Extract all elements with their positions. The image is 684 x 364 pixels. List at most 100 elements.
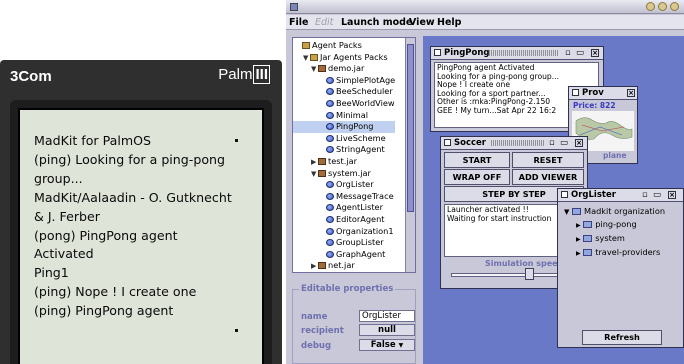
tree-scrollbar-thumb[interactable] bbox=[407, 44, 414, 212]
speed-slider-thumb[interactable] bbox=[525, 268, 534, 280]
agent-icon bbox=[326, 181, 334, 189]
soccer-title: Soccer bbox=[454, 138, 486, 148]
org-tree-item[interactable]: ▶ ping-pong bbox=[564, 218, 665, 232]
tree-item[interactable]: Agent Packs bbox=[293, 40, 395, 52]
close-icon[interactable]: × bbox=[627, 89, 635, 97]
tree-item[interactable]: ▼ demo.jar bbox=[293, 63, 395, 75]
menu-launch-mode[interactable]: Launch mode bbox=[341, 17, 412, 28]
pingpong-titlebar[interactable]: PingPong ▫ ▭ × bbox=[431, 47, 603, 60]
tree-item[interactable]: ▼ Jar Agents Packs bbox=[293, 52, 395, 64]
tree-item[interactable]: AgentLister bbox=[293, 202, 395, 214]
maximize-icon[interactable] bbox=[658, 2, 667, 11]
palm-log-line: MadKit for PalmOS bbox=[34, 133, 152, 148]
soccer-titlebar[interactable]: Soccer ▫ ▭ × bbox=[441, 137, 587, 150]
tree-item[interactable]: GroupLister bbox=[293, 237, 395, 249]
palm-log-line: (ping) PingPong agent bbox=[34, 303, 174, 319]
brand-model-text: III bbox=[253, 65, 270, 84]
close-icon[interactable]: × bbox=[591, 49, 599, 57]
chevron-right-icon[interactable]: ▶ bbox=[576, 236, 581, 243]
screen-dot-bottom bbox=[235, 329, 238, 332]
refresh-button[interactable]: Refresh bbox=[582, 330, 662, 345]
tree-item[interactable]: BeeScheduler bbox=[293, 86, 395, 98]
close-icon[interactable] bbox=[670, 2, 679, 11]
frame-menu-icon[interactable] bbox=[561, 191, 568, 198]
frame-menu-icon[interactable] bbox=[434, 49, 441, 56]
agent-tree-panel: Agent Packs ▼ Jar Agents Packs ▼ demo.jar Sim… bbox=[292, 37, 416, 273]
chevron-right-icon[interactable]: ▶ bbox=[576, 222, 581, 229]
palm-log-line: group... bbox=[34, 170, 83, 186]
tree-item-label: demo.jar bbox=[328, 63, 365, 74]
jar-icon bbox=[318, 169, 326, 177]
frame-menu-icon[interactable] bbox=[572, 89, 579, 96]
chevron-down-icon[interactable]: ▼ bbox=[564, 208, 569, 216]
agent-icon bbox=[326, 146, 334, 154]
maximize-icon[interactable]: ▭ bbox=[653, 190, 661, 200]
iconify-icon[interactable]: ▫ bbox=[565, 48, 571, 58]
tree-item-label: EditorAgent bbox=[336, 213, 385, 224]
menu-help[interactable]: Help bbox=[437, 17, 461, 28]
maximize-icon[interactable]: ▭ bbox=[576, 48, 584, 58]
tree-item[interactable]: EditorAgent bbox=[293, 214, 395, 226]
jar-icon bbox=[318, 262, 326, 270]
frame-menu-icon[interactable] bbox=[444, 139, 451, 146]
brand-3com-logo: 3Com bbox=[10, 68, 52, 85]
minimize-icon[interactable] bbox=[646, 2, 655, 11]
orglister-window: OrgLister ▫ ▭ × ▼ Madkit organization ▶ … bbox=[557, 188, 684, 348]
tree-item[interactable]: SimplePlotAge bbox=[293, 75, 395, 87]
wrap-off-button[interactable]: WRAP OFF bbox=[444, 169, 510, 185]
org-tree-item[interactable]: ▶ system bbox=[564, 232, 665, 246]
agent-icon bbox=[326, 250, 334, 258]
chevron-down-icon: ▼ bbox=[398, 342, 404, 349]
tree-item[interactable]: ▼ system.jar bbox=[293, 168, 395, 180]
provider-titlebar[interactable]: Prov × bbox=[569, 87, 637, 100]
debug-select[interactable]: False ▼ bbox=[359, 339, 415, 351]
orglister-titlebar[interactable]: OrgLister ▫ ▭ × bbox=[558, 189, 683, 202]
agent-icon bbox=[326, 99, 334, 107]
tree-scrollbar[interactable] bbox=[405, 38, 415, 272]
tree-item[interactable]: PingPong bbox=[293, 121, 396, 133]
tree-item[interactable]: ▶ test.jar bbox=[293, 156, 395, 168]
tree-item[interactable]: LiveScheme bbox=[293, 133, 395, 145]
org-item-label: system bbox=[595, 233, 625, 243]
start-button[interactable]: START bbox=[444, 152, 510, 168]
org-tree-root[interactable]: ▼ Madkit organization bbox=[564, 205, 665, 218]
tree-item[interactable]: OrgLister bbox=[293, 179, 395, 191]
palm-screen: MadKit for PalmOS (ping) Looking for a p… bbox=[18, 108, 264, 364]
tree-item[interactable]: MessageTrace bbox=[293, 191, 395, 203]
tree-item-label: OrgLister bbox=[336, 179, 374, 190]
palm-log-line: (ping) Looking for a ping-pong bbox=[34, 151, 226, 167]
folder-icon bbox=[310, 53, 318, 61]
close-icon[interactable]: × bbox=[575, 139, 583, 147]
palm-log-line: & J. Ferber bbox=[34, 208, 100, 224]
chevron-right-icon[interactable]: ▶ bbox=[576, 250, 581, 257]
menu-view[interactable]: View bbox=[409, 17, 435, 28]
window-titlebar[interactable] bbox=[286, 0, 684, 14]
tree-item[interactable]: GraphAgent bbox=[293, 249, 395, 261]
menu-edit[interactable]: Edit bbox=[315, 17, 333, 28]
agent-icon bbox=[326, 215, 334, 223]
editable-properties: Editable properties name OrgLister recip… bbox=[292, 284, 416, 364]
tree-item[interactable]: Minimal bbox=[293, 110, 395, 122]
iconify-icon[interactable]: ▫ bbox=[549, 138, 555, 148]
maximize-icon[interactable]: ▭ bbox=[560, 138, 568, 148]
close-icon[interactable]: × bbox=[668, 191, 676, 199]
agent-tree: Agent Packs ▼ Jar Agents Packs ▼ demo.jar Sim… bbox=[293, 40, 396, 273]
tree-item[interactable]: BeeWorldView bbox=[293, 98, 395, 110]
tree-item[interactable]: ▶ net.jar bbox=[293, 260, 395, 272]
tree-item[interactable]: StringAgent bbox=[293, 144, 395, 156]
tree-item[interactable]: ▶travel.jar bbox=[293, 272, 395, 273]
simulation-speed-label: Simulation speed bbox=[485, 259, 564, 268]
org-tree-item[interactable]: ▶ travel-providers bbox=[564, 246, 665, 260]
recipient-button[interactable]: null bbox=[359, 324, 415, 336]
debug-label: debug bbox=[301, 341, 332, 351]
iconify-icon[interactable]: ▫ bbox=[642, 190, 648, 200]
add-viewer-button[interactable]: ADD VIEWER bbox=[512, 169, 584, 185]
menu-file[interactable]: File bbox=[289, 17, 308, 28]
reset-button[interactable]: RESET bbox=[512, 152, 584, 168]
folder-icon bbox=[583, 221, 593, 228]
palm-device: 3Com Palm III MadKit for PalmOS (ping) Lo… bbox=[0, 60, 282, 364]
palm-log-line: Activated bbox=[34, 246, 94, 262]
tree-item[interactable]: Organization1 bbox=[293, 226, 395, 238]
name-field[interactable]: OrgLister bbox=[359, 310, 415, 322]
tree-item-label: travel.jar bbox=[328, 272, 365, 273]
